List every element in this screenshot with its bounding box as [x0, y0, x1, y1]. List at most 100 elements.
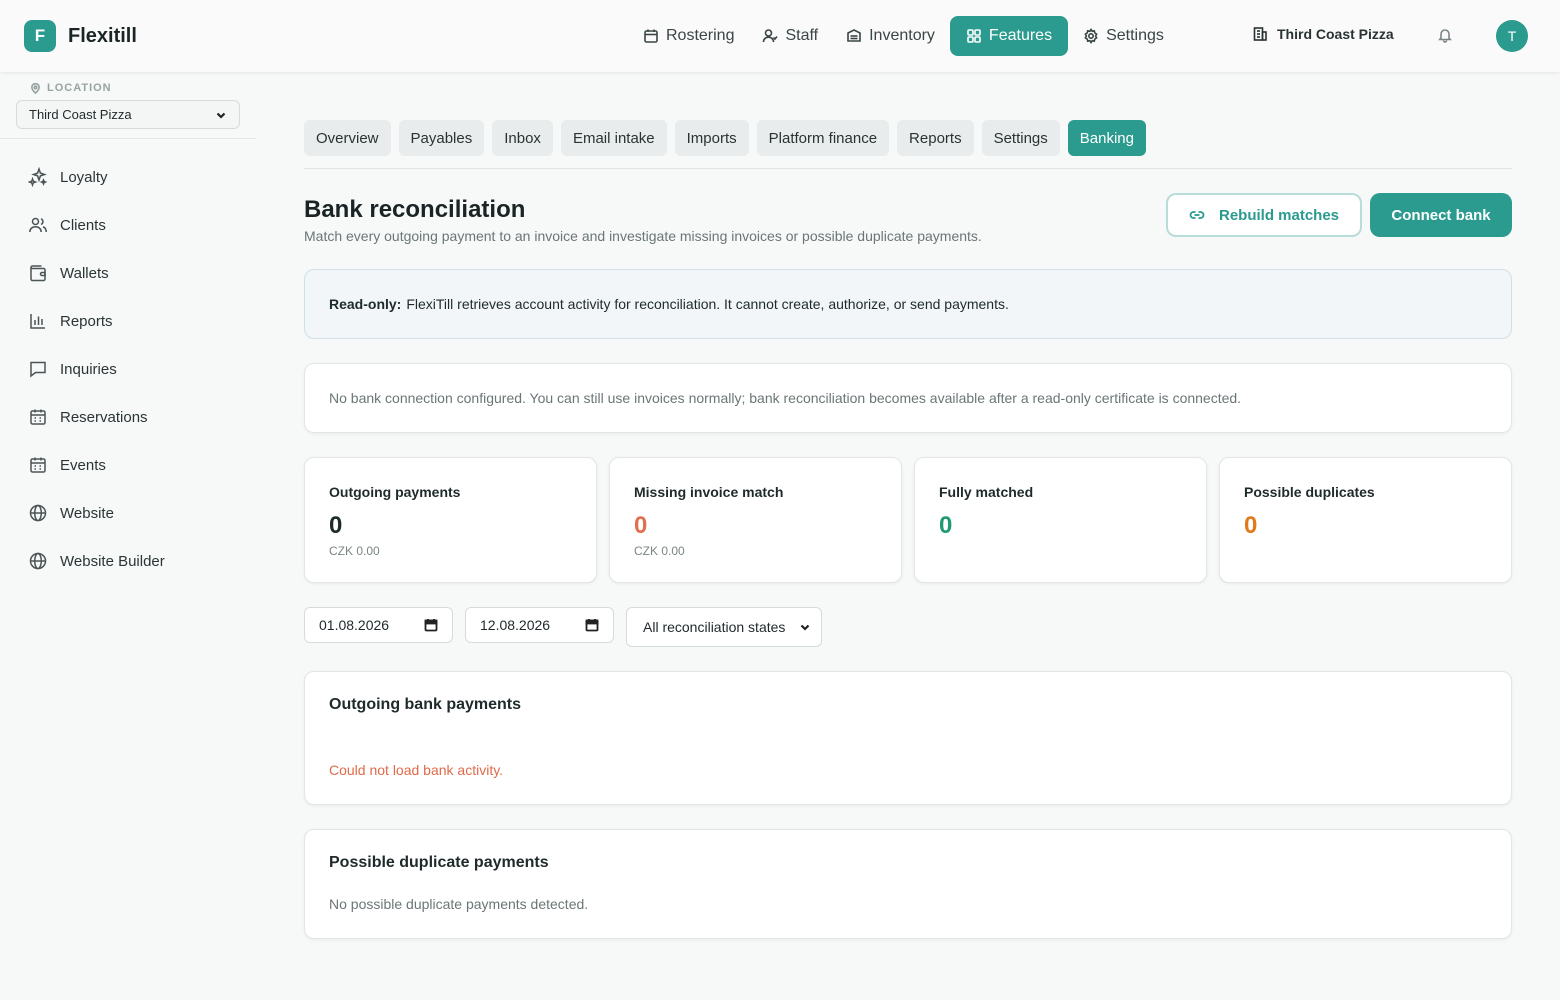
calendar-icon: [585, 619, 599, 632]
location-switcher-label: Third Coast Pizza: [1277, 26, 1394, 42]
connect-bank-button[interactable]: Connect bank: [1370, 193, 1512, 237]
sidebar-item-label: Reservations: [60, 408, 148, 426]
reconciliation-state-select[interactable]: All reconciliation states: [626, 607, 822, 647]
date-to-value: 12.08.2026: [480, 617, 551, 633]
sparkles-icon: [28, 167, 48, 187]
avatar[interactable]: T: [1496, 20, 1528, 52]
outgoing-payments-card: Outgoing bank payments Could not load ba…: [304, 671, 1512, 805]
stat-card-duplicates: Possible duplicates 0: [1219, 457, 1512, 583]
state-select-value: All reconciliation states: [643, 619, 786, 635]
sidebar-divider: [0, 138, 256, 139]
rebuild-matches-label: Rebuild matches: [1218, 206, 1340, 224]
stat-value: 0: [329, 512, 343, 539]
page-title: Bank reconciliation: [304, 196, 526, 223]
tab-reports[interactable]: Reports: [897, 120, 974, 156]
sidebar-item-label: Events: [60, 456, 106, 474]
sidebar-item-wallets[interactable]: Wallets: [16, 249, 240, 297]
calendar-icon: [424, 619, 438, 632]
rebuild-matches-button[interactable]: Rebuild matches: [1166, 193, 1362, 237]
sidebar-item-events[interactable]: Events: [16, 441, 240, 489]
box-icon: [847, 29, 861, 42]
sidebar-item-website-builder[interactable]: Website Builder: [16, 537, 240, 585]
map-pin-icon: [31, 82, 40, 94]
location-label: LOCATION: [30, 82, 112, 94]
stat-value: 0: [1244, 512, 1258, 539]
gear-icon: [1084, 28, 1098, 44]
feature-tabs: Overview Payables Inbox Email intake Imp…: [304, 120, 1154, 156]
page-subtitle: Match every outgoing payment to an invoi…: [304, 228, 982, 244]
link-icon: [1189, 211, 1205, 219]
sidebar: LOCATION Third Coast Pizza Loyalty Clien…: [0, 72, 256, 1000]
nav-staff-label: Staff: [785, 27, 819, 44]
stat-sub: CZK 0.00: [634, 544, 685, 558]
location-switcher[interactable]: Third Coast Pizza: [1252, 26, 1394, 42]
section-title: Outgoing bank payments: [329, 696, 522, 713]
sidebar-item-inquiries[interactable]: Inquiries: [16, 345, 240, 393]
chevron-down-icon: [216, 112, 226, 119]
stat-label: Possible duplicates: [1244, 484, 1375, 500]
wallet-icon: [30, 265, 46, 282]
top-nav: Rostering Staff Inventory Features Setti…: [630, 16, 1179, 56]
sidebar-item-label: Reports: [60, 312, 113, 330]
sidebar-nav: Loyalty Clients Wallets Reports Inquirie…: [16, 153, 240, 585]
stat-value: 0: [939, 512, 953, 539]
top-bar: F Flexitill Rostering Staff Inventory Fe…: [0, 0, 1560, 72]
date-from-value: 01.08.2026: [319, 617, 390, 633]
calendar-icon: [30, 409, 46, 425]
nav-rostering-label: Rostering: [666, 27, 735, 44]
duplicate-payments-card: Possible duplicate payments No possible …: [304, 829, 1512, 939]
sidebar-item-reports[interactable]: Reports: [16, 297, 240, 345]
nav-inventory[interactable]: Inventory: [833, 16, 948, 56]
notice-text: FlexiTill retrieves account activity for…: [406, 296, 1009, 312]
building-icon: [1253, 27, 1267, 41]
location-select[interactable]: Third Coast Pizza: [16, 100, 240, 129]
message-icon: [30, 361, 46, 378]
stat-card-outgoing: Outgoing payments 0 CZK 0.00: [304, 457, 597, 583]
tab-overview[interactable]: Overview: [304, 120, 391, 156]
stat-sub: CZK 0.00: [329, 544, 380, 558]
stat-label: Missing invoice match: [634, 484, 784, 500]
nav-features-label: Features: [988, 27, 1053, 44]
tab-imports[interactable]: Imports: [674, 120, 749, 156]
nav-features[interactable]: Features: [949, 16, 1069, 56]
stat-card-missing: Missing invoice match 0 CZK 0.00: [609, 457, 902, 583]
nav-inventory-label: Inventory: [869, 27, 935, 44]
calendar-icon: [30, 457, 46, 473]
sidebar-item-reservations[interactable]: Reservations: [16, 393, 240, 441]
nav-staff[interactable]: Staff: [749, 16, 831, 56]
calendar-icon: [644, 29, 658, 43]
nav-rostering[interactable]: Rostering: [630, 16, 747, 56]
date-to-input[interactable]: 12.08.2026: [465, 607, 614, 643]
sidebar-item-website[interactable]: Website: [16, 489, 240, 537]
read-only-notice: Read-only: FlexiTill retrieves account a…: [304, 269, 1512, 339]
no-connection-text: No bank connection configured. You can s…: [329, 390, 1242, 406]
no-connection-card: No bank connection configured. You can s…: [304, 363, 1512, 433]
stat-value: 0: [634, 512, 648, 539]
user-icon: [763, 29, 779, 43]
stat-label: Fully matched: [939, 484, 1034, 500]
sidebar-item-loyalty[interactable]: Loyalty: [16, 153, 240, 201]
bar-chart-icon: [30, 314, 45, 329]
tab-platform-finance[interactable]: Platform finance: [756, 120, 890, 156]
date-from-input[interactable]: 01.08.2026: [304, 607, 453, 643]
brand-logo: F: [24, 20, 56, 52]
tab-inbox[interactable]: Inbox: [492, 120, 553, 156]
chevron-down-icon: [800, 624, 810, 631]
grid-icon: [967, 29, 981, 43]
nav-settings[interactable]: Settings: [1070, 16, 1177, 56]
error-message: Could not load bank activity.: [329, 762, 504, 778]
tab-email-intake[interactable]: Email intake: [560, 120, 667, 156]
tab-payables[interactable]: Payables: [398, 120, 485, 156]
sidebar-item-label: Inquiries: [60, 360, 117, 378]
globe-icon: [29, 552, 47, 570]
sidebar-item-label: Website Builder: [60, 552, 165, 570]
location-label-text: LOCATION: [47, 82, 112, 94]
tab-banking[interactable]: Banking: [1067, 120, 1146, 156]
section-title: Possible duplicate payments: [329, 854, 549, 871]
notifications-button[interactable]: [1437, 27, 1455, 45]
brand[interactable]: F Flexitill: [24, 20, 137, 52]
tabs-divider: [304, 168, 1512, 169]
tab-settings[interactable]: Settings: [981, 120, 1060, 156]
sidebar-item-label: Website: [60, 504, 114, 522]
sidebar-item-clients[interactable]: Clients: [16, 201, 240, 249]
